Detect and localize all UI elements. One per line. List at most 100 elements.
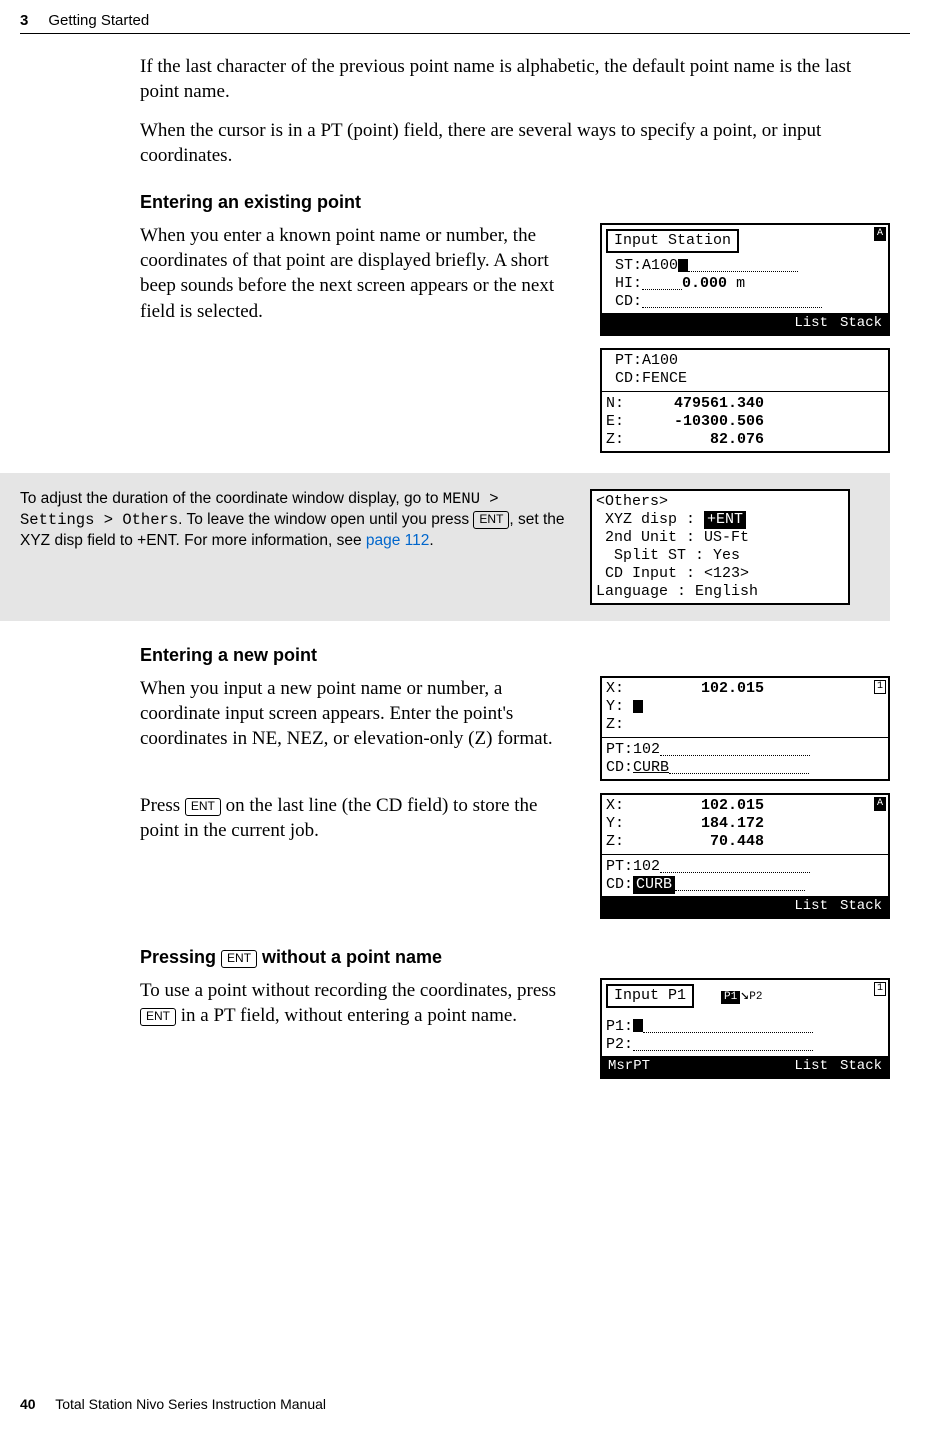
note-t4: . [429,532,433,549]
hi-unit: m [736,275,745,292]
dotted-rule [643,1019,813,1033]
y-label: Y: [606,815,624,832]
lcd-title: <Others> [596,493,668,510]
y-label: Y: [606,698,624,715]
new-point-screen1-col: 1 X:102.015 Y: Z: PT:102 CD:CURB [600,676,890,781]
new-point-p2: Press ENT on the last line (the CD field… [140,793,580,843]
existing-point-body: When you enter a known point name or num… [140,223,580,323]
key-ent: ENT [473,511,509,529]
hi-label: HI: [615,275,642,292]
softkey-msrpt[interactable]: MsrPT [608,1058,650,1075]
x-value: 102.015 [624,680,764,698]
title-a: Pressing [140,947,221,967]
cd-label: CD: [606,876,633,893]
intro-p2: When the cursor is in a PT (point) field… [140,118,890,168]
e-label: E: [606,413,624,430]
mode-indicator: 1 [874,982,886,996]
xyz-disp-label: XYZ disp [605,511,677,528]
mode-indicator: 1 [874,680,886,694]
lcd-coord-display: PT:A100 CD:FENCE N:479561.340 E:-10300.5… [600,348,890,453]
z-label: Z: [606,431,624,448]
split-st-value: Yes [713,547,740,564]
title-b: without a point name [257,947,442,967]
lcd-title: Input Station [606,229,739,253]
key-ent: ENT [221,950,257,968]
no-name-row: To use a point without recording the coo… [140,978,890,1079]
heading-no-point-name: Pressing ENT without a point name [140,947,890,968]
pt-label: PT: [606,741,633,758]
content-area: If the last character of the previous po… [0,34,930,1079]
manual-title: Total Station Nivo Series Instruction Ma… [55,1396,326,1412]
e-value: -10300.506 [624,413,764,431]
dotted-rule [669,760,809,774]
language-value: English [695,583,758,600]
x-label: X: [606,797,624,814]
softkey-stack[interactable]: Stack [840,315,882,332]
hi-value: 0.000 [682,275,727,292]
softkey-bar: MsrPT List Stack [602,1056,888,1077]
pt-value: A100 [642,352,678,369]
pt-label: PT: [606,858,633,875]
lcd-others-settings: <Others> XYZ disp : +ENT 2nd Unit : US-F… [590,489,850,605]
cursor-icon [633,700,643,713]
lcd-input-station: A Input Station ST:A100 HI:0.000 m CD: L… [600,223,890,336]
cd-label: CD: [615,370,642,387]
badge-p2: P2 [749,991,762,1003]
lcd-coord-input-2: A X:102.015 Y:184.172 Z:70.448 PT:102 CD… [600,793,890,919]
heading-new-point: Entering a new point [140,645,890,666]
no-name-body: To use a point without recording the coo… [140,978,580,1028]
dotted-rule [633,1037,813,1051]
p1-label: P1: [606,1018,633,1035]
dotted-rule [660,742,810,756]
second-unit-label: 2nd Unit [605,529,677,546]
dotted-rule [675,877,805,891]
lcd-title: Input P1 [606,984,694,1008]
y-value: 184.172 [624,815,764,833]
heading-existing-point: Entering an existing point [140,192,890,213]
softkey-bar: List Stack [602,896,888,917]
page-header: 3 Getting Started [0,0,930,33]
softkey-stack[interactable]: Stack [840,1058,882,1075]
note-block: To adjust the duration of the coordinate… [0,473,890,621]
xyz-disp-value[interactable]: +ENT [704,511,746,529]
softkey-list[interactable]: List [794,315,828,332]
softkey-list[interactable]: List [794,1058,828,1075]
pt-value: 102 [633,858,660,875]
cd-label: CD: [615,293,642,310]
spacer [606,1012,884,1018]
softkey-stack[interactable]: Stack [840,898,882,915]
dotted-rule [660,859,810,873]
note-text: To adjust the duration of the coordinate… [20,489,574,552]
softkey-group: List Stack [794,1058,882,1075]
cd-value: CURB [633,876,675,894]
mode-indicator: A [874,797,886,811]
lcd-coord-input-1: 1 X:102.015 Y: Z: PT:102 CD:CURB [600,676,890,781]
softkey-list[interactable]: List [794,898,828,915]
cursor-icon [633,1019,643,1032]
no-name-screen-col: 1 Input P1 P1↘P2 P1: P2: MsrPT List Stac… [600,978,890,1079]
chapter-title: Getting Started [48,12,149,29]
p2-label: P2: [606,1036,633,1053]
cd-label: CD: [606,759,633,776]
badge-p1: P1 [721,991,740,1004]
link-page-112[interactable]: page 112 [366,532,430,549]
existing-point-row: When you enter a known point name or num… [140,223,890,453]
new-point-row2: Press ENT on the last line (the CD field… [140,793,890,919]
softkey-bar: List Stack [602,313,888,334]
existing-point-screens: A Input Station ST:A100 HI:0.000 m CD: L… [600,223,890,453]
st-label: ST: [615,257,642,274]
new-point-screen2-col: A X:102.015 Y:184.172 Z:70.448 PT:102 CD… [600,793,890,919]
cd-input-label: CD Input [605,565,677,582]
pt-value: 102 [633,741,660,758]
new-point-row1: When you input a new point name or numbe… [140,676,890,781]
dotted-rule [688,258,798,272]
z-label: Z: [606,833,624,850]
intro-p1: If the last character of the previous po… [140,54,890,104]
lcd-input-p1: 1 Input P1 P1↘P2 P1: P2: MsrPT List Stac… [600,978,890,1079]
section-no-name: Pressing ENT without a point name To use… [140,947,890,1079]
p2a: Press [140,795,185,816]
p1b: in a PT field, without entering a point … [176,1005,517,1026]
page-number: 40 [20,1396,36,1412]
note-t2: . To leave the window open until you pre… [178,511,473,528]
page-footer: 40 Total Station Nivo Series Instruction… [20,1396,326,1412]
